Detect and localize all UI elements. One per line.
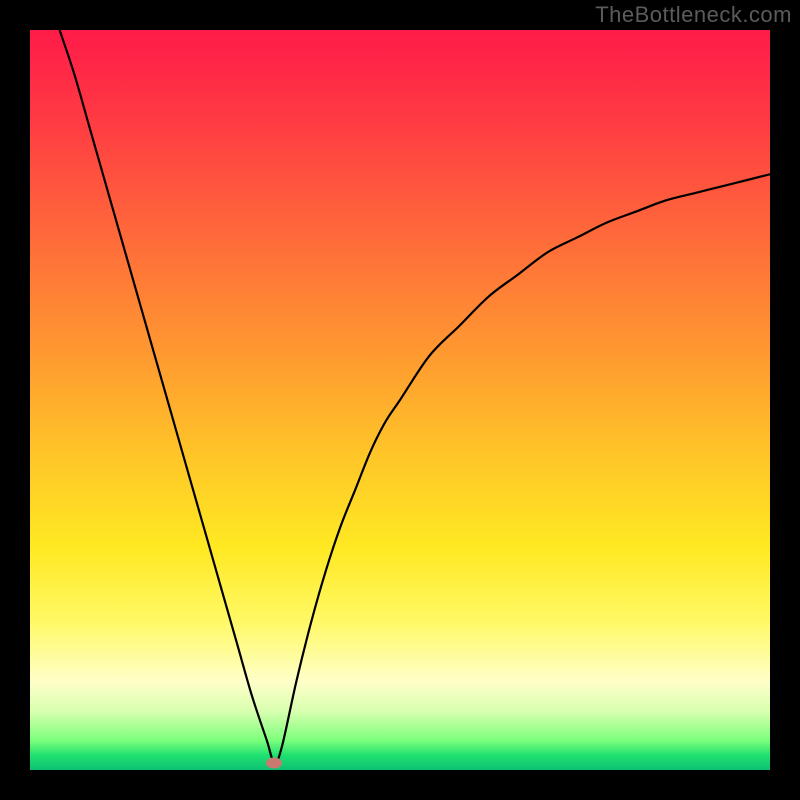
plot-area <box>30 30 770 770</box>
curve-svg <box>30 30 770 770</box>
bottleneck-curve <box>60 30 770 763</box>
watermark-text: TheBottleneck.com <box>595 2 792 28</box>
chart-frame: TheBottleneck.com <box>0 0 800 800</box>
optimal-point-marker <box>266 757 282 768</box>
